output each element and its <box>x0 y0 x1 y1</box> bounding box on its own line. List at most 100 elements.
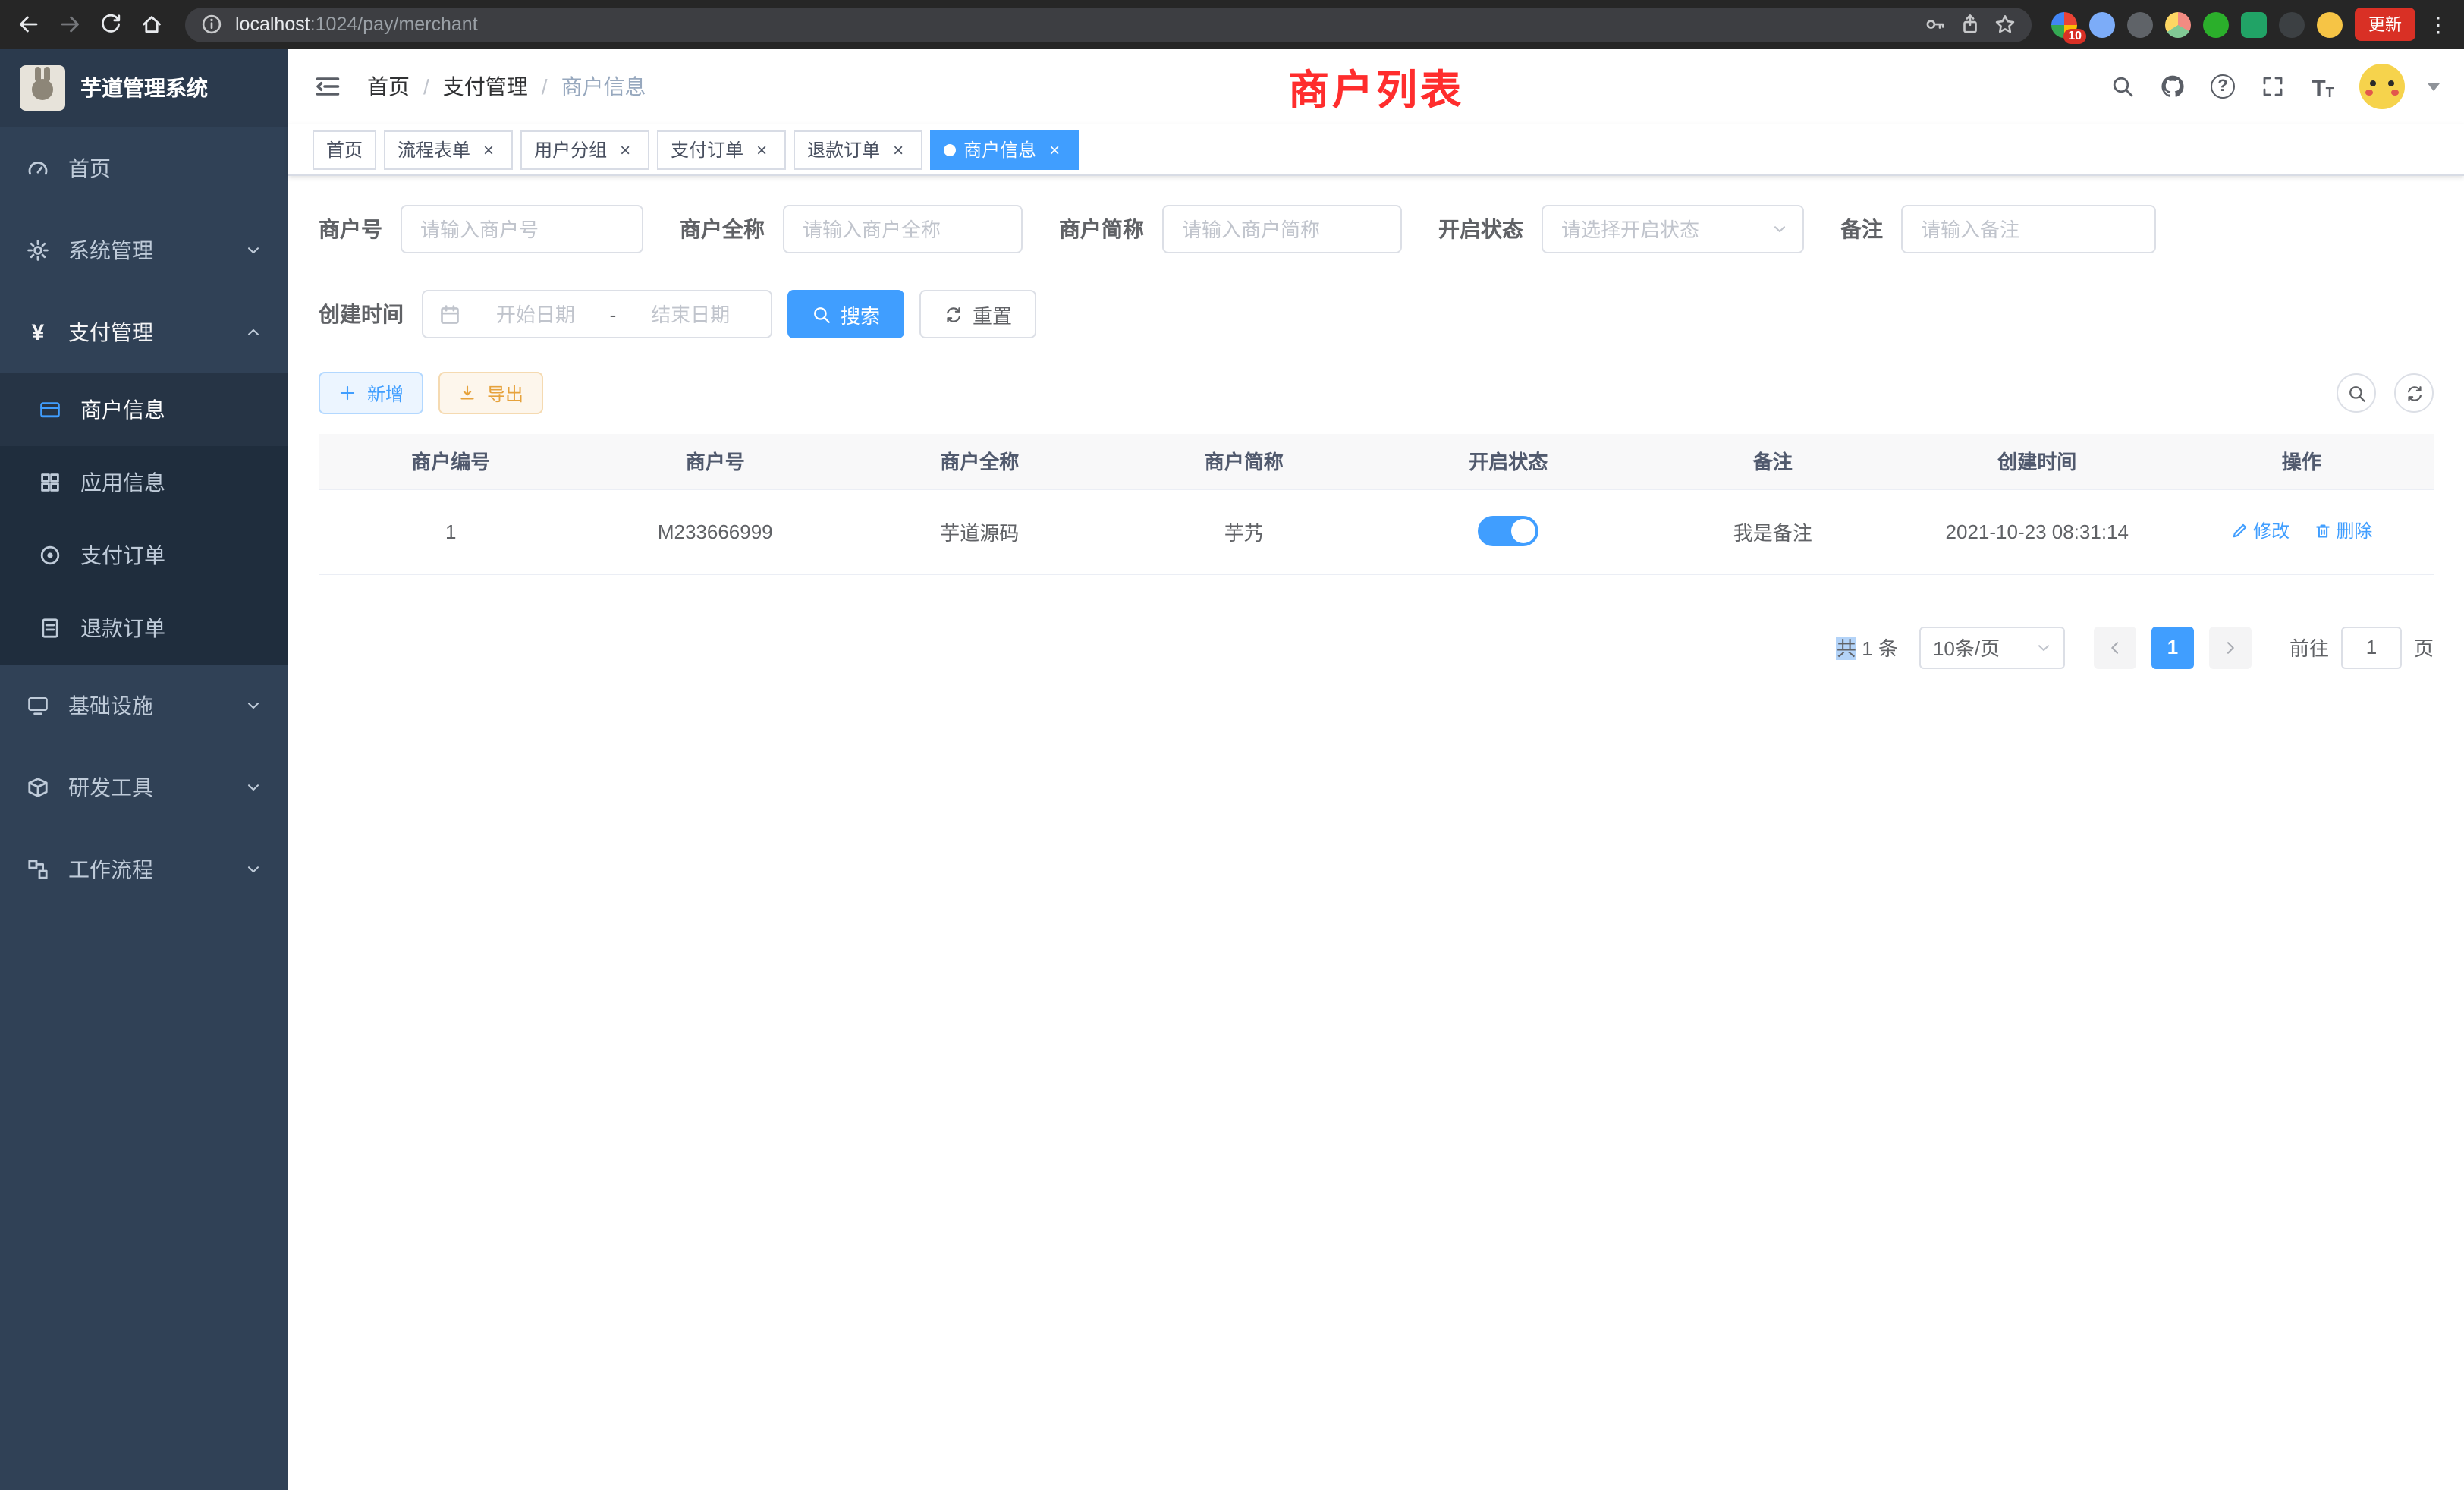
end-date-input[interactable] <box>625 303 756 325</box>
tab-user-group[interactable]: 用户分组 × <box>520 130 649 169</box>
sidebar-item-dev-tools[interactable]: 研发工具 <box>0 747 288 828</box>
emoji-extension-icon[interactable] <box>2317 11 2343 37</box>
short-name-input[interactable] <box>1182 218 1382 240</box>
knot-extension-icon[interactable] <box>2279 11 2305 37</box>
text-size-icon[interactable]: TT <box>2309 73 2337 100</box>
start-date-input[interactable] <box>470 303 601 325</box>
puzzle-extension-icon[interactable]: 10 <box>2051 11 2077 37</box>
goto-page-input[interactable] <box>2341 626 2402 668</box>
sidebar-item-system[interactable]: 系统管理 <box>0 209 288 291</box>
export-button[interactable]: 导出 <box>438 372 543 414</box>
full-name-input[interactable] <box>803 218 1003 240</box>
share-icon[interactable] <box>1959 13 1982 36</box>
text-size-glyph-small: T <box>2326 86 2334 100</box>
green-check-extension-icon[interactable] <box>2203 11 2229 37</box>
app-header: 首页 / 支付管理 / 商户信息 商户列表 ? <box>288 49 2464 124</box>
search-icon[interactable] <box>2109 73 2136 100</box>
tab-merchant-info[interactable]: 商户信息 × <box>930 130 1079 169</box>
drop-extension-icon[interactable] <box>2089 11 2115 37</box>
back-icon[interactable] <box>15 11 42 38</box>
col-header-id: 商户编号 <box>319 434 583 489</box>
payment-submenu: 商户信息 应用信息 支付订单 退款订单 <box>0 373 288 665</box>
goto-label: 前往 <box>2290 633 2329 662</box>
logo-image <box>20 65 65 111</box>
sidebar-item-pay-orders[interactable]: 支付订单 <box>0 519 288 592</box>
page-size-select[interactable]: 10条/页 <box>1919 626 2065 668</box>
remark-input[interactable] <box>1921 218 2136 240</box>
sidebar-item-refund-orders[interactable]: 退款订单 <box>0 592 288 665</box>
green-grid-extension-icon[interactable] <box>2241 11 2267 37</box>
tab-close-icon[interactable]: × <box>478 139 499 160</box>
delete-link[interactable]: 删除 <box>2313 518 2372 544</box>
page-jumper: 前往 页 <box>2290 626 2434 668</box>
tab-pay-orders[interactable]: 支付订单 × <box>657 130 786 169</box>
status-toggle[interactable] <box>1478 516 1538 546</box>
avatar-caret-icon[interactable] <box>2428 83 2440 90</box>
show-search-toggle-button[interactable] <box>2337 373 2376 413</box>
merchant-table: 商户编号 商户号 商户全称 商户简称 开启状态 备注 创建时间 操作 1 M23… <box>319 434 2434 574</box>
dashboard-icon <box>26 156 50 181</box>
menu-label: 研发工具 <box>68 772 153 803</box>
browser-update-button[interactable]: 更新 <box>2355 8 2415 41</box>
tab-close-icon[interactable]: × <box>614 139 636 160</box>
browser-chrome: localhost:1024/pay/merchant 10 更新 <box>0 0 2464 49</box>
date-range-picker[interactable]: - <box>422 290 772 338</box>
status-select-input[interactable] <box>1561 218 1784 240</box>
user-avatar[interactable] <box>2359 64 2405 109</box>
hamburger-icon[interactable] <box>313 71 343 102</box>
forward-icon[interactable] <box>56 11 83 38</box>
status-select[interactable] <box>1542 205 1804 253</box>
sidebar-item-app-info[interactable]: 应用信息 <box>0 446 288 519</box>
github-icon[interactable] <box>2159 73 2186 100</box>
breadcrumb-payment[interactable]: 支付管理 <box>443 71 528 102</box>
breadcrumb-current: 商户信息 <box>561 71 646 102</box>
reload-icon[interactable] <box>97 11 124 38</box>
gear-icon <box>26 238 50 262</box>
page-unit-label: 页 <box>2414 633 2434 662</box>
address-bar[interactable]: localhost:1024/pay/merchant <box>185 7 2032 42</box>
breadcrumb-home[interactable]: 首页 <box>367 71 410 102</box>
home-icon[interactable] <box>138 11 165 38</box>
tab-close-icon[interactable]: × <box>751 139 772 160</box>
help-icon[interactable]: ? <box>2209 73 2236 100</box>
tab-close-icon[interactable]: × <box>888 139 909 160</box>
add-button[interactable]: 新增 <box>319 372 423 414</box>
sidebar-item-home[interactable]: 首页 <box>0 127 288 209</box>
site-info-icon[interactable] <box>200 13 223 36</box>
url-text[interactable]: localhost:1024/pay/merchant <box>235 14 478 35</box>
avatar-extension-icon[interactable] <box>2165 11 2191 37</box>
app-logo[interactable]: 芋道管理系统 <box>0 49 288 127</box>
col-header-full-name: 商户全称 <box>847 434 1112 489</box>
tab-refund-orders[interactable]: 退款订单 × <box>794 130 922 169</box>
yen-icon: ¥ <box>26 320 50 344</box>
menu-label: 应用信息 <box>80 467 165 498</box>
cell-id: 1 <box>319 489 583 574</box>
app-title: 芋道管理系统 <box>80 73 208 103</box>
header-actions: ? TT <box>2109 64 2440 109</box>
next-page-button[interactable] <box>2209 626 2252 668</box>
menu-label: 支付订单 <box>80 540 165 571</box>
chevron-up-icon <box>244 323 262 341</box>
chevron-down-icon <box>244 860 262 879</box>
merchant-no-input[interactable] <box>420 218 624 240</box>
bookmark-star-icon[interactable] <box>1994 13 2016 36</box>
tab-process-form[interactable]: 流程表单 × <box>384 130 513 169</box>
search-button[interactable]: 搜索 <box>787 290 904 338</box>
tab-label: 首页 <box>326 137 363 162</box>
tab-home[interactable]: 首页 <box>313 130 376 169</box>
sidebar-item-payment[interactable]: ¥ 支付管理 <box>0 291 288 373</box>
cube-icon <box>26 775 50 800</box>
refresh-table-button[interactable] <box>2394 373 2434 413</box>
sidebar-item-infrastructure[interactable]: 基础设施 <box>0 665 288 747</box>
browser-menu-icon[interactable]: ⋮ <box>2428 11 2449 37</box>
fullscreen-icon[interactable] <box>2259 73 2286 100</box>
dark-circle-extension-icon[interactable] <box>2127 11 2153 37</box>
page-number-button[interactable]: 1 <box>2151 626 2194 668</box>
reset-button[interactable]: 重置 <box>919 290 1036 338</box>
tab-close-icon[interactable]: × <box>1044 139 1065 160</box>
sidebar-item-workflow[interactable]: 工作流程 <box>0 828 288 910</box>
edit-link[interactable]: 修改 <box>2230 518 2290 544</box>
password-key-icon[interactable] <box>1924 13 1947 36</box>
sidebar-item-merchant-info[interactable]: 商户信息 <box>0 373 288 446</box>
prev-page-button[interactable] <box>2094 626 2136 668</box>
